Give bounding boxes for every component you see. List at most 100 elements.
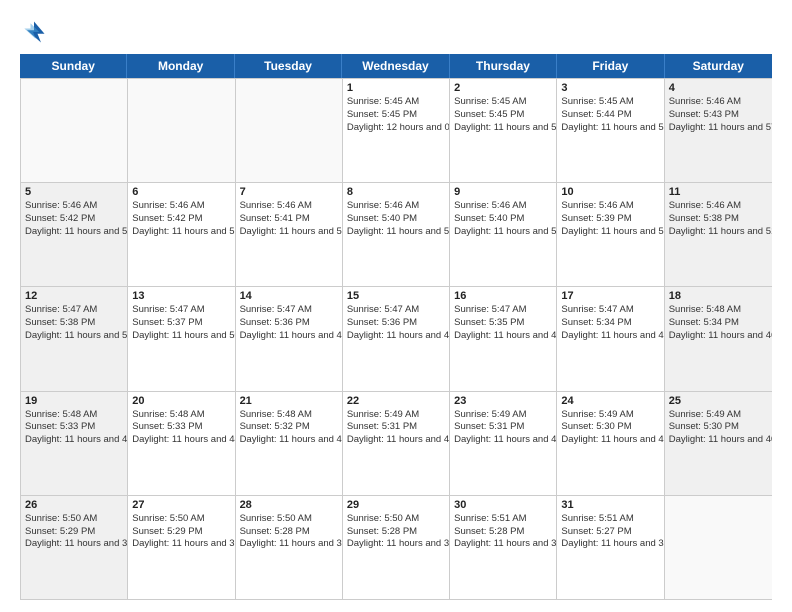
daylight-text: Daylight: 11 hours and 50 minutes.: [132, 330, 230, 343]
day-cell-11: 11Sunrise: 5:46 AMSunset: 5:38 PMDayligh…: [665, 183, 772, 286]
logo: [20, 18, 52, 46]
day-cell-24: 24 Sunrise: 5:49 AMSunset: 5:30 PMDayligh…: [557, 392, 664, 495]
sunset-text: Sunset: 5:38 PM: [669, 213, 768, 226]
empty-cell-0-1: [128, 79, 235, 182]
sunset-text: Sunset: 5:30 PM: [561, 421, 659, 434]
day-number: 24: [561, 395, 659, 407]
header-day-saturday: Saturday: [665, 54, 772, 78]
daylight-text: Daylight: 11 hours and 55 minutes.: [132, 226, 230, 239]
day-cell-28: 28Sunrise: 5:50 AMSunset: 5:28 PMDayligh…: [236, 496, 343, 599]
day-cell-31: 31Sunrise: 5:51 AMSunset: 5:27 PMDayligh…: [557, 496, 664, 599]
sunset-text: Sunset: 5:29 PM: [25, 526, 123, 539]
daylight-text: Daylight: 11 hours and 41 minutes.: [561, 434, 659, 447]
week-row-4: 19Sunrise: 5:48 AMSunset: 5:33 PMDayligh…: [21, 391, 772, 495]
day-cell-30: 30Sunrise: 5:51 AMSunset: 5:28 PMDayligh…: [450, 496, 557, 599]
daylight-text: Daylight: 11 hours and 56 minutes.: [25, 226, 123, 239]
daylight-text: Daylight: 11 hours and 58 minutes.: [561, 122, 659, 135]
sunrise-text: Sunrise: 5:47 AM: [454, 304, 552, 317]
sunset-text: Sunset: 5:35 PM: [454, 317, 552, 330]
header-day-wednesday: Wednesday: [342, 54, 449, 78]
day-number: 20: [132, 395, 230, 407]
day-number: 31: [561, 499, 659, 511]
day-cell-9: 9Sunrise: 5:46 AMSunset: 5:40 PMDaylight…: [450, 183, 557, 286]
day-number: 10: [561, 186, 659, 198]
sunrise-text: Sunrise: 5:47 AM: [25, 304, 123, 317]
sunrise-text: Sunrise: 5:47 AM: [561, 304, 659, 317]
day-number: 15: [347, 290, 445, 302]
sunrise-text: Sunrise: 5:50 AM: [347, 513, 445, 526]
sunrise-text: Sunrise: 5:48 AM: [240, 409, 338, 422]
day-cell-2: 2Sunrise: 5:45 AMSunset: 5:45 PMDaylight…: [450, 79, 557, 182]
sunset-text: Sunset: 5:37 PM: [132, 317, 230, 330]
day-number: 23: [454, 395, 552, 407]
empty-cell-0-2: [236, 79, 343, 182]
sunset-text: Sunset: 5:32 PM: [240, 421, 338, 434]
day-number: 18: [669, 290, 768, 302]
daylight-text: Daylight: 11 hours and 44 minutes.: [132, 434, 230, 447]
sunrise-text: Sunrise: 5:45 AM: [347, 96, 445, 109]
sunrise-text: Sunrise: 5:48 AM: [132, 409, 230, 422]
daylight-text: Daylight: 11 hours and 48 minutes.: [347, 330, 445, 343]
day-number: 11: [669, 186, 768, 198]
daylight-text: Daylight: 11 hours and 50 minutes.: [25, 330, 123, 343]
daylight-text: Daylight: 11 hours and 36 minutes.: [454, 538, 552, 551]
sunset-text: Sunset: 5:36 PM: [347, 317, 445, 330]
calendar-header: SundayMondayTuesdayWednesdayThursdayFrid…: [20, 54, 772, 78]
sunrise-text: Sunrise: 5:49 AM: [561, 409, 659, 422]
day-cell-22: 22Sunrise: 5:49 AMSunset: 5:31 PMDayligh…: [343, 392, 450, 495]
sunset-text: Sunset: 5:28 PM: [347, 526, 445, 539]
sunrise-text: Sunrise: 5:47 AM: [240, 304, 338, 317]
sunrise-text: Sunrise: 5:46 AM: [347, 200, 445, 213]
day-number: 1: [347, 82, 445, 94]
day-number: 27: [132, 499, 230, 511]
sunrise-text: Sunrise: 5:47 AM: [347, 304, 445, 317]
day-cell-10: 10Sunrise: 5:46 AMSunset: 5:39 PMDayligh…: [557, 183, 664, 286]
week-row-5: 26Sunrise: 5:50 AMSunset: 5:29 PMDayligh…: [21, 495, 772, 599]
sunset-text: Sunset: 5:45 PM: [347, 109, 445, 122]
sunset-text: Sunset: 5:31 PM: [347, 421, 445, 434]
day-cell-17: 17Sunrise: 5:47 AMSunset: 5:34 PMDayligh…: [557, 287, 664, 390]
daylight-text: Daylight: 11 hours and 42 minutes.: [454, 434, 552, 447]
day-cell-18: 18 Sunrise: 5:48 AMSunset: 5:34 PMDayligh…: [665, 287, 772, 390]
day-cell-6: 6Sunrise: 5:46 AMSunset: 5:42 PMDaylight…: [128, 183, 235, 286]
sunrise-text: Sunrise: 5:50 AM: [240, 513, 338, 526]
calendar: SundayMondayTuesdayWednesdayThursdayFrid…: [20, 54, 772, 600]
day-cell-21: 21Sunrise: 5:48 AMSunset: 5:32 PMDayligh…: [236, 392, 343, 495]
sunset-text: Sunset: 5:28 PM: [240, 526, 338, 539]
sunrise-text: Sunrise: 5:45 AM: [561, 96, 659, 109]
week-row-1: 1Sunrise: 5:45 AMSunset: 5:45 PMDaylight…: [21, 78, 772, 182]
empty-cell-4-6: [665, 496, 772, 599]
daylight-text: Daylight: 11 hours and 52 minutes.: [561, 226, 659, 239]
sunset-text: Sunset: 5:42 PM: [25, 213, 123, 226]
sunrise-text: Sunrise: 5:50 AM: [25, 513, 123, 526]
day-cell-16: 16Sunrise: 5:47 AMSunset: 5:35 PMDayligh…: [450, 287, 557, 390]
sunrise-text: Sunrise: 5:49 AM: [454, 409, 552, 422]
sunset-text: Sunset: 5:39 PM: [561, 213, 659, 226]
sunrise-text: Sunrise: 5:46 AM: [25, 200, 123, 213]
sunset-text: Sunset: 5:28 PM: [454, 526, 552, 539]
sunrise-text: Sunrise: 5:49 AM: [669, 409, 768, 422]
sunset-text: Sunset: 5:34 PM: [669, 317, 768, 330]
day-number: 8: [347, 186, 445, 198]
day-number: 14: [240, 290, 338, 302]
daylight-text: Daylight: 11 hours and 54 minutes.: [347, 226, 445, 239]
day-number: 3: [561, 82, 659, 94]
week-row-3: 12Sunrise: 5:47 AMSunset: 5:38 PMDayligh…: [21, 286, 772, 390]
logo-icon: [20, 18, 48, 46]
sunrise-text: Sunrise: 5:48 AM: [669, 304, 768, 317]
day-number: 21: [240, 395, 338, 407]
day-cell-25: 25Sunrise: 5:49 AMSunset: 5:30 PMDayligh…: [665, 392, 772, 495]
daylight-text: Daylight: 11 hours and 36 minutes.: [561, 538, 659, 551]
daylight-text: Daylight: 11 hours and 40 minutes.: [669, 434, 768, 447]
sunset-text: Sunset: 5:43 PM: [669, 109, 768, 122]
sunrise-text: Sunrise: 5:47 AM: [132, 304, 230, 317]
daylight-text: Daylight: 11 hours and 46 minutes.: [669, 330, 768, 343]
sunrise-text: Sunrise: 5:51 AM: [454, 513, 552, 526]
day-number: 22: [347, 395, 445, 407]
day-cell-1: 1Sunrise: 5:45 AMSunset: 5:45 PMDaylight…: [343, 79, 450, 182]
sunset-text: Sunset: 5:38 PM: [25, 317, 123, 330]
day-cell-23: 23Sunrise: 5:49 AMSunset: 5:31 PMDayligh…: [450, 392, 557, 495]
sunset-text: Sunset: 5:42 PM: [132, 213, 230, 226]
day-cell-4: 4Sunrise: 5:46 AMSunset: 5:43 PMDaylight…: [665, 79, 772, 182]
day-number: 13: [132, 290, 230, 302]
